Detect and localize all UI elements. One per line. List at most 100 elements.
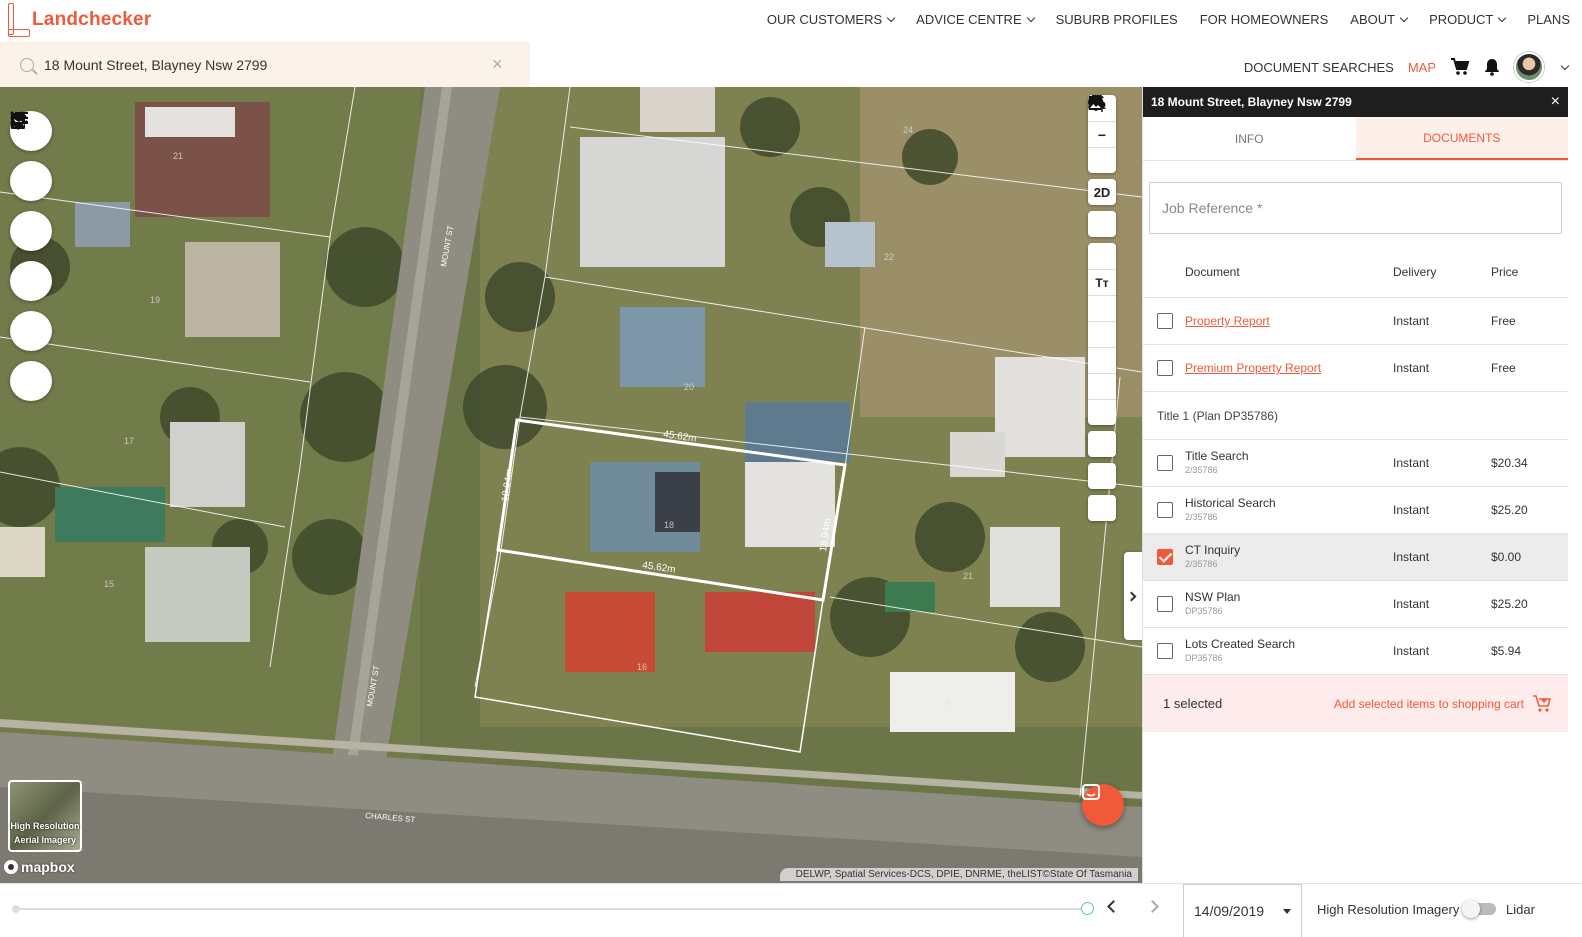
next-date-chevron-icon[interactable]	[1146, 900, 1159, 913]
previous-date-chevron-icon[interactable]	[1107, 900, 1120, 913]
timeline-handle[interactable]	[1081, 902, 1094, 915]
aerial-map[interactable]: MOUNT ST MOUNT ST CHARLES ST 45.62m 45.6…	[0, 87, 1142, 883]
document-checkbox[interactable]	[1157, 313, 1173, 329]
aerial-imagery-canvas[interactable]: MOUNT ST MOUNT ST CHARLES ST 45.62m 45.6…	[0, 87, 1142, 883]
add-to-cart-button[interactable]: Add selected items to shopping cart	[1334, 694, 1552, 713]
document-name: NSW Plan	[1185, 590, 1241, 604]
document-checkbox[interactable]	[1157, 643, 1173, 659]
list-icon[interactable]	[10, 111, 52, 401]
nav-item-about[interactable]: ABOUT	[1350, 12, 1409, 27]
checklist-clipboard-icon[interactable]	[10, 112, 52, 201]
lot-number: 17	[124, 436, 134, 446]
high-resolution-imagery-label: High Resolution Imagery	[1317, 902, 1460, 917]
mapbox-logo[interactable]: mapbox	[4, 859, 75, 875]
report-row: Property Report Instant Free	[1143, 298, 1568, 345]
document-reference: 2/35786	[1185, 512, 1218, 522]
high-resolution-imagery-thumbnail[interactable]: High Resolution Aerial Imagery	[8, 780, 82, 852]
text-tool-icon[interactable]: Tт	[1088, 269, 1116, 295]
nav-item-label: SUBURB PROFILES	[1055, 12, 1178, 27]
selected-count: 1 selected	[1163, 696, 1223, 711]
lot-number: 18	[664, 520, 674, 530]
nav-item-our-customers[interactable]: OUR CUSTOMERS	[766, 12, 896, 27]
notes-clipboard-icon[interactable]	[10, 112, 52, 251]
nav-item-advice-centre[interactable]: ADVICE CENTRE	[916, 12, 1035, 27]
measure-line-icon[interactable]	[1088, 95, 1116, 321]
nav-item-product[interactable]: PRODUCT	[1429, 12, 1507, 27]
close-panel-icon[interactable]: ×	[1551, 93, 1560, 111]
view-mode-toggle[interactable]: 2D	[1088, 179, 1116, 205]
document-cell: Lots Created Search DP35786	[1185, 637, 1393, 665]
price-cell: Free	[1491, 314, 1516, 328]
document-checkbox[interactable]	[1157, 455, 1173, 471]
column-delivery: Delivery	[1393, 264, 1437, 279]
lot-number: 22	[884, 252, 894, 262]
zoom-out-button[interactable]: −	[1088, 121, 1116, 147]
sliders-icon[interactable]	[1088, 95, 1116, 489]
address-search-bar[interactable]: ×	[0, 42, 530, 87]
document-checkbox[interactable]	[1157, 502, 1173, 518]
lot-number: 16	[637, 662, 647, 672]
circle-tool-icon[interactable]	[1088, 95, 1116, 399]
shopping-cart-icon[interactable]	[1450, 58, 1470, 76]
nav-item-label: OUR CUSTOMERS	[766, 12, 883, 27]
imagery-date-value: 14/09/2019	[1194, 903, 1265, 919]
document-reference: 2/35786	[1185, 559, 1218, 569]
document-searches-link[interactable]: DOCUMENT SEARCHES	[1244, 60, 1394, 75]
lot-number: 24	[903, 125, 913, 135]
panel-tabs: INFO DOCUMENTS	[1143, 117, 1568, 161]
selection-summary: 1 selected Add selected items to shoppin…	[1143, 675, 1568, 732]
layers-icon[interactable]	[10, 112, 52, 351]
chevron-down-icon	[886, 13, 896, 23]
nav-item-plans[interactable]: PLANS	[1527, 12, 1570, 27]
nav-item-label: ADVICE CENTRE	[916, 12, 1022, 27]
address-search-input[interactable]	[44, 56, 484, 73]
clear-search-icon[interactable]: ×	[492, 54, 503, 75]
add-image-icon[interactable]	[1088, 95, 1116, 521]
job-reference-field-wrapper	[1149, 182, 1562, 234]
document-row: Historical Search 2/35786 Instant $25.20	[1143, 487, 1568, 534]
document-cell: NSW Plan DP35786	[1185, 590, 1393, 618]
map-link[interactable]: MAP	[1408, 60, 1436, 75]
imagery-date-select[interactable]: 14/09/2019	[1183, 884, 1302, 937]
timeline-start-marker	[12, 905, 20, 913]
tab-documents[interactable]: DOCUMENTS	[1355, 117, 1568, 160]
account-menu-chevron-icon[interactable]	[1560, 61, 1570, 70]
compass-north-icon[interactable]	[1088, 95, 1116, 173]
delete-trash-icon[interactable]	[1088, 95, 1116, 425]
document-checkbox[interactable]	[1157, 596, 1173, 612]
chat-support-button[interactable]	[1082, 784, 1124, 826]
lot-number: 5	[945, 697, 950, 707]
polygon-star-icon[interactable]	[1088, 95, 1116, 347]
document-checkbox[interactable]	[1157, 549, 1173, 565]
nav-item-suburb-profiles[interactable]: SUBURB PROFILES	[1056, 12, 1178, 27]
price-cell: $0.00	[1491, 550, 1522, 564]
map-attribution[interactable]: DELWP, Spatial Services-DCS, DPIE, DNRME…	[779, 868, 1138, 881]
report-link[interactable]: Premium Property Report	[1185, 361, 1393, 375]
rectangle-tool-icon[interactable]	[1088, 96, 1116, 373]
job-reference-input[interactable]	[1162, 200, 1542, 216]
landchecker-logo[interactable]: Landchecker	[6, 3, 151, 37]
collapse-panel-tab[interactable]	[1124, 552, 1142, 640]
document-row: Lots Created Search DP35786 Instant $5.94	[1143, 628, 1568, 675]
notifications-bell-icon[interactable]	[1484, 58, 1500, 76]
top-navigation-bar: Landchecker OUR CUSTOMERS ADVICE CENTRE SU…	[0, 0, 1582, 40]
tab-info[interactable]: INFO	[1143, 117, 1356, 160]
nav-item-for-homeowners[interactable]: FOR HOMEOWNERS	[1200, 12, 1329, 27]
mapbox-icon	[4, 860, 18, 874]
delivery-cell: Instant	[1393, 644, 1430, 658]
document-checkbox[interactable]	[1157, 360, 1173, 376]
user-avatar[interactable]	[1514, 52, 1544, 82]
checkbox-cell	[1143, 549, 1185, 565]
checkbox-cell	[1143, 596, 1185, 612]
imagery-timeline-slider[interactable]	[12, 902, 1094, 915]
location-search-icon[interactable]	[10, 112, 52, 301]
document-name: Historical Search	[1185, 496, 1276, 510]
checkbox-cell	[1143, 313, 1185, 329]
lidar-toggle[interactable]	[1462, 900, 1496, 918]
cloud-download-icon[interactable]	[1088, 96, 1116, 457]
locate-target-icon[interactable]	[1088, 95, 1116, 237]
info-icon[interactable]	[1088, 95, 1116, 269]
imagery-timeline-bar: 14/09/2019 High Resolution Imagery Lidar	[0, 883, 1582, 937]
panel-address-title: 18 Mount Street, Blayney Nsw 2799	[1151, 95, 1352, 109]
report-link[interactable]: Property Report	[1185, 314, 1393, 328]
